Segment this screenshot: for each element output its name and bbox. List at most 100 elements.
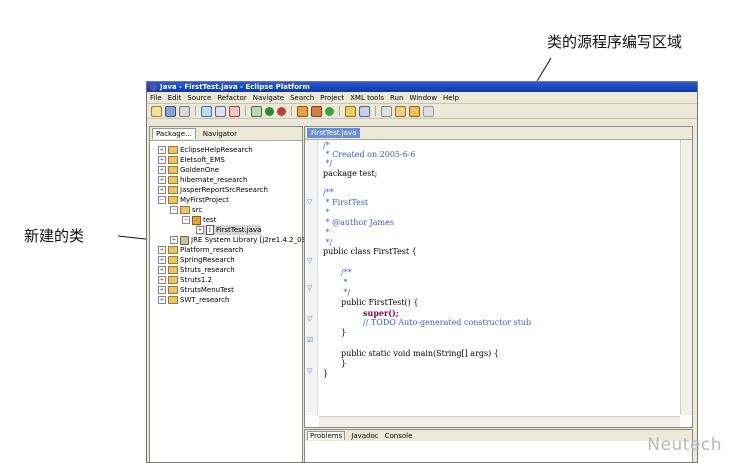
tree-item-springresearch[interactable]: + SpringResearch [158, 255, 235, 265]
new-java-project-icon[interactable] [297, 105, 308, 117]
tree-item-test-package[interactable]: − test [182, 215, 216, 225]
tree-item-eletsoft-ems[interactable]: + Eletsoft_EMS [158, 155, 225, 165]
menu-window[interactable]: Window [409, 94, 437, 102]
debug-icon[interactable] [251, 105, 262, 117]
tree-item-firsttest-java[interactable]: + J FirstTest.java [196, 225, 262, 235]
open-type-icon[interactable] [345, 105, 356, 117]
tree-item-src[interactable]: − src [170, 205, 202, 215]
tree-item-goldenone[interactable]: + GoldenOne [158, 165, 219, 175]
code-line: public static void main(String[] args) { [341, 349, 499, 358]
prev-annotation-icon[interactable] [381, 105, 392, 117]
tab-navigator[interactable]: Navigator [200, 129, 240, 139]
expand-icon[interactable]: + [158, 186, 166, 194]
expand-icon[interactable]: + [170, 236, 178, 244]
build-icon[interactable] [201, 105, 212, 117]
expand-icon[interactable]: + [158, 146, 166, 154]
project-folder-icon [168, 186, 178, 194]
tree-item-jasperreportsrcresearch[interactable]: + JasperReportSrcResearch [158, 185, 268, 195]
project-folder-icon [168, 146, 178, 154]
back-icon[interactable] [409, 105, 420, 117]
code-line: /* [323, 141, 330, 150]
code-line: } [341, 328, 347, 337]
collapse-icon[interactable]: − [170, 206, 178, 214]
print-icon[interactable] [179, 105, 190, 117]
menu-navigate[interactable]: Navigate [253, 94, 284, 102]
collapse-icon[interactable]: − [182, 216, 190, 224]
tab-console[interactable]: Console [385, 432, 413, 440]
vertical-scrollbar[interactable] [680, 140, 692, 415]
toolbar-separator [291, 106, 292, 116]
expand-icon[interactable]: + [158, 276, 166, 284]
fold-icon[interactable]: ▽ [307, 367, 312, 375]
editor-tab-bar: FirstTest.java [305, 127, 692, 140]
project-folder-icon [168, 286, 178, 294]
code-line: * FirstTest [323, 198, 369, 207]
fold-icon[interactable]: ▽ [307, 284, 312, 292]
save-icon[interactable] [165, 105, 176, 117]
project-folder-icon [168, 156, 178, 164]
menu-edit[interactable]: Edit [168, 94, 182, 102]
tree-item-struts-research[interactable]: + Struts_research [158, 265, 235, 275]
tree-item-strutsmenutest[interactable]: + StrutsMenuTest [158, 285, 234, 295]
expand-icon[interactable]: + [158, 266, 166, 274]
forward-icon[interactable] [423, 105, 434, 117]
eclipse-icon [150, 83, 157, 91]
code-line: */ [341, 288, 351, 297]
new-package-icon[interactable] [311, 105, 322, 117]
tree-item-eclipsehelpresearch[interactable]: + EclipseHelpResearch [158, 145, 253, 155]
expand-icon[interactable]: + [158, 156, 166, 164]
new-icon[interactable] [151, 105, 162, 117]
task-marker-icon[interactable]: ☑ [307, 336, 313, 344]
wizard-icon[interactable] [215, 105, 226, 117]
expand-icon[interactable]: + [158, 176, 166, 184]
menu-refactor[interactable]: Refactor [217, 94, 246, 102]
refresh-icon[interactable] [229, 105, 240, 117]
run-icon[interactable] [265, 106, 274, 116]
tree-item-hibernate-research[interactable]: + hibernate_research [158, 175, 247, 185]
tree-item-swt-research[interactable]: + SWT_research [158, 295, 229, 305]
editor-ruler: ▽ ▽ ▽ ▽ ☑ ▽ [305, 140, 318, 415]
expand-icon[interactable]: + [158, 296, 166, 304]
new-class-icon[interactable] [325, 106, 334, 116]
toolbar-separator [195, 106, 196, 116]
menu-run[interactable]: Run [390, 94, 403, 102]
tree-item-myfirstproject[interactable]: − MyFirstProject [158, 195, 229, 205]
fold-icon[interactable]: ▽ [307, 257, 312, 265]
tree-item-jre-library[interactable]: + JRE System Library [j2re1.4.2_03] [170, 235, 309, 245]
external-tools-icon[interactable] [277, 106, 286, 116]
expand-icon[interactable]: + [196, 226, 204, 234]
eclipse-window: Java - FirstTest.java - Eclipse Platform… [146, 81, 698, 463]
menu-project[interactable]: Project [320, 94, 344, 102]
expand-icon[interactable]: + [158, 286, 166, 294]
collapse-icon[interactable]: − [158, 196, 166, 204]
search-icon[interactable] [359, 105, 370, 117]
menu-file[interactable]: File [150, 94, 162, 102]
code-line: package test; [323, 169, 378, 178]
tree-item-struts12[interactable]: + Struts1.2 [158, 275, 212, 285]
toolbar-separator [245, 106, 246, 116]
menu-source[interactable]: Source [187, 94, 211, 102]
code-area[interactable]: /* * Created on 2005-6-6 */ package test… [319, 140, 680, 415]
tab-javadoc[interactable]: Javadoc [351, 432, 378, 440]
editor-tab-firsttest[interactable]: FirstTest.java [307, 128, 361, 138]
horizontal-scrollbar[interactable] [319, 416, 680, 427]
code-line: } [341, 359, 347, 368]
project-folder-icon [168, 196, 178, 204]
menu-search[interactable]: Search [290, 94, 314, 102]
code-line: super(); [363, 308, 399, 318]
next-annotation-icon[interactable] [395, 105, 406, 117]
fold-icon[interactable]: ▽ [307, 198, 312, 206]
java-file-icon: J [206, 225, 214, 235]
title-bar: Java - FirstTest.java - Eclipse Platform [147, 82, 697, 92]
code-line: * [341, 278, 348, 287]
tab-package-explorer[interactable]: Package... [152, 128, 196, 139]
expand-icon[interactable]: + [158, 246, 166, 254]
expand-icon[interactable]: + [158, 166, 166, 174]
tree-item-platform-research[interactable]: + Platform_research [158, 245, 243, 255]
code-line: // TODO Auto-generated constructor stub [363, 318, 532, 327]
tab-problems[interactable]: Problems [307, 431, 346, 440]
menu-help[interactable]: Help [443, 94, 459, 102]
expand-icon[interactable]: + [158, 256, 166, 264]
menu-xml-tools[interactable]: XML tools [350, 94, 384, 102]
fold-icon[interactable]: ▽ [307, 315, 312, 323]
